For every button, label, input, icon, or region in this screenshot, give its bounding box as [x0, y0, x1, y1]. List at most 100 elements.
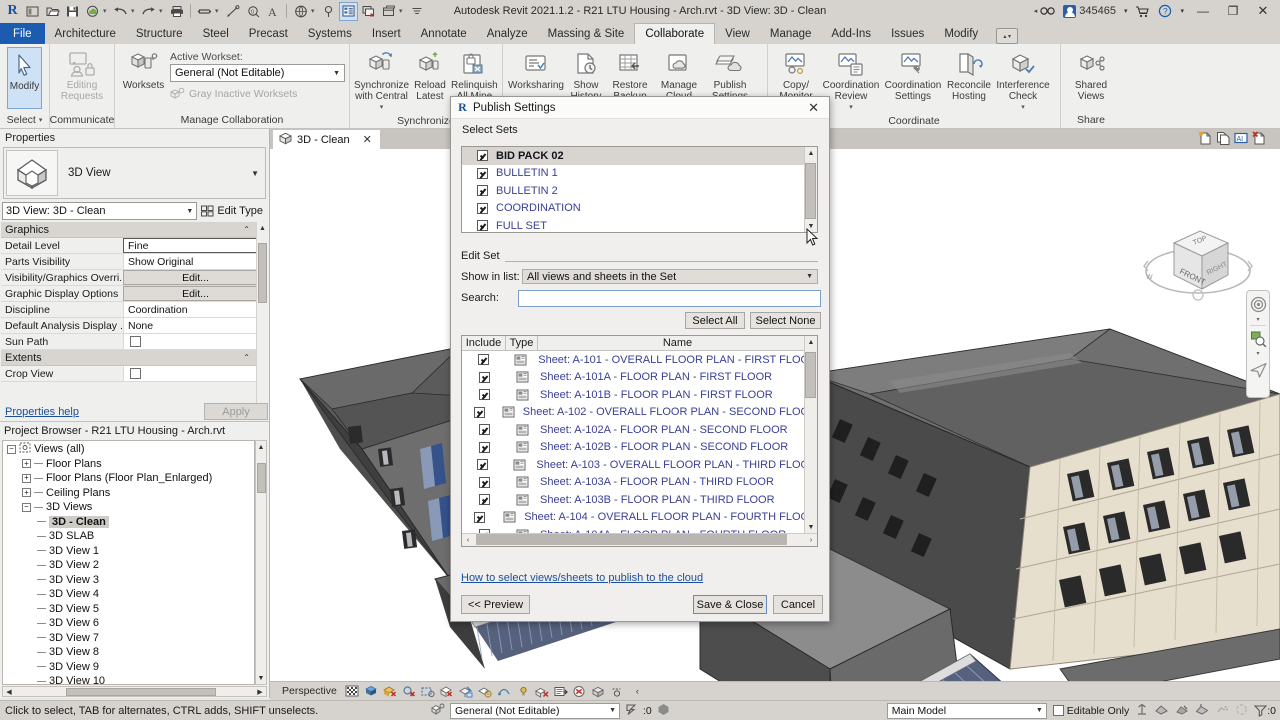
views-sheets-grid[interactable]: Include Type Name Sheet: A-101 - OVERALL… [461, 335, 818, 547]
select-underlay-elements-icon[interactable] [1155, 703, 1169, 719]
grid-row[interactable]: Sheet: A-101 - OVERALL FLOOR PLAN - FIRS… [462, 351, 817, 369]
include-checkbox-cell[interactable] [462, 511, 497, 523]
property-row-parts-visibility[interactable]: Parts Visibility Show Original [1, 254, 268, 270]
ribbon-tab-architecture[interactable]: Architecture [45, 23, 126, 44]
coordination-settings-button[interactable]: Coordination Settings [882, 47, 944, 102]
synchronize-with-central-button[interactable]: Synchronize with Central ▾ [354, 47, 409, 113]
interference-check-dropdown-icon[interactable]: ▾ [1021, 102, 1025, 113]
switch-windows-dropdown-icon[interactable]: ▾ [399, 7, 406, 15]
visual-style-icon[interactable] [345, 684, 360, 699]
reload-latest-button[interactable]: Reload Latest [409, 47, 451, 102]
aligned-dimension-icon[interactable] [223, 2, 242, 21]
sun-path-checkbox[interactable] [130, 336, 141, 347]
include-checkbox-cell[interactable] [462, 476, 506, 488]
tree-node-3d-view-5[interactable]: 3D View 5 [3, 602, 254, 617]
property-edit-button[interactable]: Edit... [123, 286, 268, 301]
select-links-icon[interactable] [1135, 703, 1149, 719]
thin-lines-icon[interactable] [339, 1, 358, 21]
tree-node-views-all[interactable]: − Views (all) [3, 442, 254, 457]
synchronize-dropdown-icon[interactable]: ▾ [380, 102, 384, 113]
properties-scrollbar[interactable]: ▲ ▼ [256, 222, 268, 419]
tree-node-3d-views[interactable]: − 3D Views [3, 500, 254, 515]
grid-row[interactable]: Sheet: A-103A - FLOOR PLAN - THIRD FLOOR [462, 474, 817, 492]
set-list-item[interactable]: BULLETIN 2 [462, 182, 817, 200]
property-row-visibility-graphics[interactable]: Visibility/Graphics Overri... Edit... [1, 270, 268, 286]
save-as-cloud-icon[interactable] [83, 2, 102, 21]
reveal-hidden-elements-icon[interactable] [478, 684, 493, 699]
collapse-icon[interactable]: ⌃ [243, 225, 250, 234]
tree-node-3d-view-1[interactable]: 3D View 1 [3, 544, 254, 559]
ribbon-tab-structure[interactable]: Structure [126, 23, 193, 44]
grid-row[interactable]: Sheet: A-104 - OVERALL FLOOR PLAN - FOUR… [462, 509, 817, 527]
scroll-thumb-horizontal[interactable] [476, 534, 787, 545]
grid-row[interactable]: Sheet: A-103 - OVERALL FLOOR PLAN - THIR… [462, 456, 817, 474]
undo-dropdown-icon[interactable]: ▾ [131, 7, 138, 15]
status-workset-select[interactable]: General (Not Editable) ▼ [450, 702, 620, 719]
properties-help-link[interactable]: Properties help [2, 406, 79, 418]
save-as-dropdown-icon[interactable]: ▾ [103, 7, 110, 15]
tree-node-3d-slab[interactable]: 3D SLAB [3, 529, 254, 544]
project-browser-vscrollbar[interactable]: ▲ ▼ [255, 440, 267, 685]
scroll-right-icon[interactable]: › [805, 534, 817, 546]
include-checkbox[interactable] [478, 389, 490, 401]
shadows-icon[interactable] [364, 684, 379, 699]
grid-row[interactable]: Sheet: A-101A - FLOOR PLAN - FIRST FLOOR [462, 369, 817, 387]
publish-settings-button[interactable]: Publish Settings [705, 47, 755, 102]
section-icon[interactable] [319, 2, 338, 21]
select-panel-dropdown-icon[interactable]: ▾ [39, 116, 43, 124]
scroll-right-icon[interactable]: ▶ [254, 686, 266, 698]
editable-only-toggle[interactable]: Editable Only [1052, 705, 1129, 717]
include-checkbox[interactable] [477, 459, 489, 471]
zoom-dropdown-icon[interactable]: ▾ [1256, 350, 1259, 357]
ribbon-tab-file[interactable]: File [0, 23, 45, 44]
lock-3d-view-icon[interactable] [440, 684, 455, 699]
worksharing-monitor-button[interactable]: Worksharing [507, 47, 565, 91]
ribbon-minimize-icon[interactable]: ▴ ▾ [996, 28, 1019, 44]
include-checkbox[interactable] [478, 494, 490, 506]
editing-requests-button[interactable]: Editing Requests [54, 47, 110, 102]
ribbon-tab-precast[interactable]: Precast [239, 23, 298, 44]
restore-backup-button[interactable]: Restore Backup [607, 47, 653, 102]
search-input[interactable] [518, 290, 821, 307]
select-elements-by-face-icon[interactable] [1195, 703, 1209, 719]
undo-icon[interactable] [111, 2, 130, 21]
close-hidden-windows-icon[interactable] [359, 2, 378, 21]
help-icon[interactable]: ? [1156, 1, 1174, 21]
crop-view-icon[interactable] [402, 684, 417, 699]
rename-set-icon[interactable]: AI [1233, 130, 1248, 145]
search-help-icon[interactable]: ◂ [1032, 1, 1058, 21]
include-checkbox-cell[interactable] [462, 494, 506, 506]
ribbon-tab-massing-site[interactable]: Massing & Site [538, 23, 635, 44]
tree-node-3d-view-3[interactable]: 3D View 3 [3, 573, 254, 588]
ribbon-tab-view[interactable]: View [715, 23, 760, 44]
grid-row[interactable]: Sheet: A-103B - FLOOR PLAN - THIRD FLOOR [462, 491, 817, 509]
coordination-review-dropdown-icon[interactable]: ▾ [849, 102, 853, 113]
expander-minus-icon[interactable]: − [7, 444, 16, 454]
duplicate-set-icon[interactable] [1215, 130, 1230, 145]
navigation-collapse-icon[interactable]: ‹ [630, 684, 645, 699]
scroll-thumb[interactable] [805, 352, 816, 398]
delete-set-icon[interactable] [1251, 130, 1266, 145]
ribbon-tab-systems[interactable]: Systems [298, 23, 362, 44]
analysis-display-icon[interactable] [611, 684, 626, 699]
tree-node-floor-plans-enlarged[interactable]: + Floor Plans (Floor Plan_Enlarged) [3, 471, 254, 486]
scroll-thumb[interactable] [65, 687, 216, 696]
redo-dropdown-icon[interactable]: ▾ [159, 7, 166, 15]
tree-node-3d-view-9[interactable]: 3D View 9 [3, 660, 254, 675]
save-and-close-button[interactable]: Save & Close [693, 595, 767, 614]
steering-wheel-dropdown-icon[interactable]: ▾ [1256, 316, 1259, 323]
show-history-button[interactable]: Show History [565, 47, 607, 102]
save-icon[interactable] [63, 2, 82, 21]
expander-plus-icon[interactable]: + [22, 488, 31, 498]
include-checkbox[interactable] [473, 511, 485, 523]
user-account-button[interactable]: 345465 [1061, 1, 1118, 21]
tree-node-3d-view-7[interactable]: 3D View 7 [3, 631, 254, 646]
shared-views-button[interactable]: Shared Views [1066, 47, 1116, 102]
property-value[interactable]: Coordination [123, 302, 268, 317]
scroll-up-icon[interactable]: ▲ [805, 147, 817, 159]
project-browser-tree[interactable]: − Views (all) + Floor Plans + Floor Plan… [2, 440, 255, 685]
edit-type-button[interactable]: Edit Type [197, 205, 267, 217]
set-list-item[interactable]: BULLETIN 1 [462, 165, 817, 183]
set-list-item[interactable]: BID PACK 02 [462, 147, 817, 165]
revit-logo-icon[interactable]: R [3, 2, 22, 21]
